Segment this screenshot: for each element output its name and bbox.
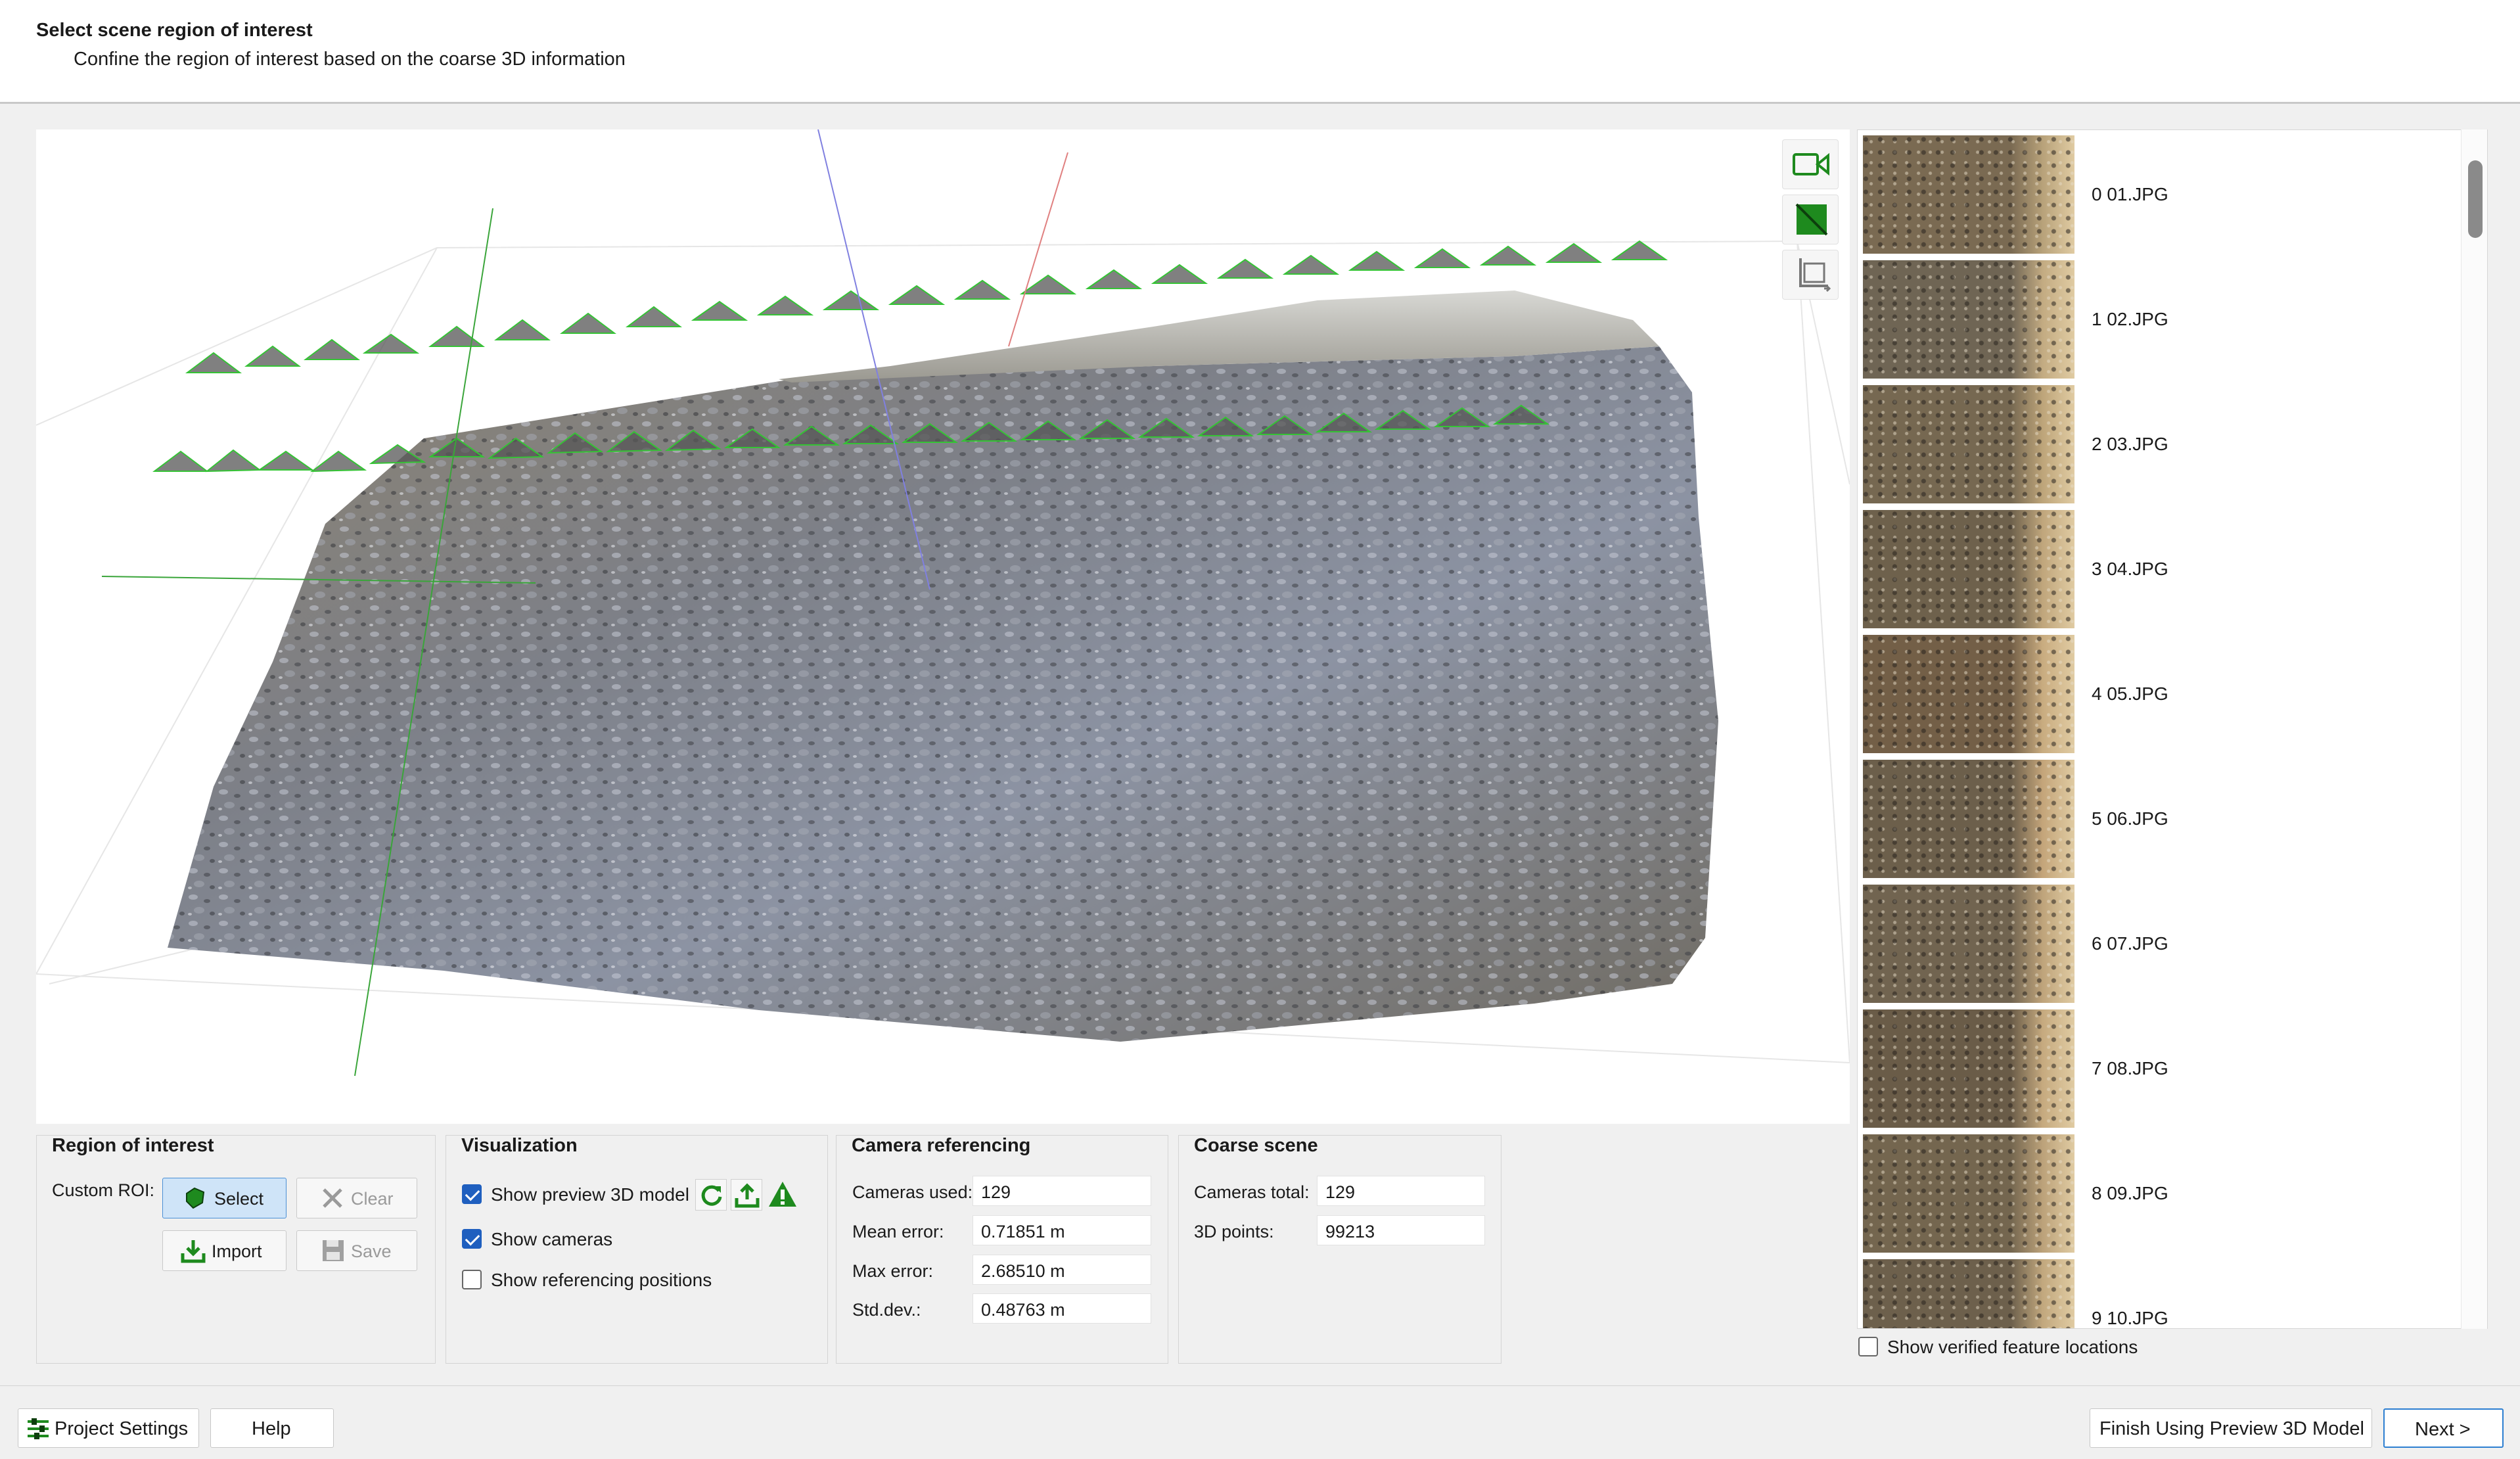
image-list-scrollbar[interactable] (2461, 129, 2487, 1329)
image-list-item[interactable]: 0 01.JPG (1863, 135, 2454, 257)
export-model-button[interactable] (731, 1179, 762, 1211)
std-dev-value: 0.48763 m (973, 1293, 1151, 1324)
image-filename-label: 9 10.JPG (2092, 1308, 2168, 1328)
3d-points-value: 99213 (1317, 1215, 1485, 1245)
image-filename-label: 8 09.JPG (2092, 1183, 2168, 1203)
image-filename-label: 5 06.JPG (2092, 808, 2168, 829)
viewport-toolbar (1782, 139, 1841, 304)
image-list-item[interactable]: 6 07.JPG (1863, 885, 2454, 1006)
roi-import-button[interactable]: Import (162, 1230, 286, 1271)
image-thumbnail (1863, 1259, 2074, 1328)
std-dev-label: Std.dev.: (852, 1300, 921, 1320)
image-list-item[interactable]: 7 08.JPG (1863, 1009, 2454, 1131)
image-list-item[interactable]: 1 02.JPG (1863, 260, 2454, 382)
help-button[interactable]: Help (210, 1408, 334, 1448)
image-thumbnail (1863, 135, 2074, 254)
camera-view-button[interactable] (1782, 139, 1839, 189)
crop-box-button[interactable] (1782, 250, 1839, 300)
texture-toggle-button[interactable] (1782, 195, 1839, 244)
sliders-icon (28, 1418, 49, 1439)
page-subtitle: Confine the region of interest based on … (74, 49, 626, 70)
image-list-item[interactable]: 8 09.JPG (1863, 1134, 2454, 1256)
image-filename-label: 2 03.JPG (2092, 434, 2168, 454)
camera-referencing-group (836, 1135, 1168, 1364)
image-list-item[interactable]: 4 05.JPG (1863, 635, 2454, 756)
show-cameras-row[interactable]: Show cameras (462, 1229, 725, 1253)
3d-viewport[interactable] (36, 129, 1850, 1124)
image-filename-label: 3 04.JPG (2092, 559, 2168, 579)
camera-referencing-title: Camera referencing (852, 1135, 1031, 1156)
roi-select-button[interactable]: Select (162, 1178, 286, 1218)
wizard-header: Select scene region of interest Confine … (0, 0, 2520, 104)
roi-clear-button[interactable]: Clear (296, 1178, 417, 1218)
image-list-item[interactable]: 9 10.JPG (1863, 1259, 2454, 1328)
project-settings-button[interactable]: Project Settings (18, 1408, 199, 1448)
app-window: Select scene region of interest Confine … (0, 0, 2520, 1459)
visualization-group-title: Visualization (461, 1135, 578, 1156)
cameras-total-value: 129 (1317, 1176, 1485, 1206)
image-filename-label: 6 07.JPG (2092, 933, 2168, 954)
max-error-label: Max error: (852, 1261, 934, 1281)
clear-x-icon (323, 1188, 342, 1208)
next-button[interactable]: Next > (2383, 1408, 2504, 1448)
image-list-item[interactable]: 3 04.JPG (1863, 510, 2454, 632)
cameras-used-value: 129 (973, 1176, 1151, 1206)
show-verified-label: Show verified feature locations (1887, 1337, 2138, 1357)
mean-error-label: Mean error: (852, 1222, 944, 1241)
cameras-total-label: Cameras total: (1194, 1182, 1310, 1202)
image-filename-label: 7 08.JPG (2092, 1058, 2168, 1078)
cameras-used-label: Cameras used: (852, 1182, 973, 1202)
refresh-model-button[interactable] (695, 1179, 727, 1211)
show-preview-checkbox[interactable] (462, 1184, 482, 1204)
image-thumbnail (1863, 635, 2074, 753)
coarse-scene-group (1178, 1135, 1501, 1364)
image-filename-label: 0 01.JPG (2092, 184, 2168, 204)
save-disk-icon (323, 1240, 344, 1261)
export-icon (735, 1183, 760, 1208)
warning-icon (769, 1182, 796, 1207)
image-list[interactable]: 0 01.JPG 1 02.JPG 2 03.JPG 3 04.JPG 4 05.JPG… (1857, 129, 2488, 1329)
show-verified-checkbox[interactable] (1858, 1337, 1878, 1356)
image-thumbnail (1863, 385, 2074, 503)
image-filename-label: 1 02.JPG (2092, 309, 2168, 329)
image-thumbnail (1863, 760, 2074, 878)
mean-error-value: 0.71851 m (973, 1215, 1151, 1245)
texture-toggle-icon (1795, 203, 1828, 236)
select-polygon-icon (186, 1187, 205, 1209)
image-thumbnail (1863, 510, 2074, 628)
show-referencing-row[interactable]: Show referencing positions (462, 1270, 790, 1293)
coarse-scene-title: Coarse scene (1194, 1135, 1318, 1156)
image-thumbnail (1863, 260, 2074, 379)
page-title: Select scene region of interest (36, 20, 313, 41)
camera-view-icon (1793, 152, 1829, 176)
show-referencing-label: Show referencing positions (491, 1270, 712, 1290)
roi-save-button[interactable]: Save (296, 1230, 417, 1271)
custom-roi-label: Custom ROI: (52, 1180, 155, 1200)
crop-bounding-box-icon (1799, 258, 1831, 292)
max-error-value: 2.68510 m (973, 1255, 1151, 1285)
image-list-item[interactable]: 5 06.JPG (1863, 760, 2454, 881)
image-thumbnail (1863, 1134, 2074, 1253)
image-thumbnail (1863, 885, 2074, 1003)
refresh-icon (701, 1185, 722, 1206)
roi-group-title: Region of interest (52, 1135, 214, 1156)
scene-render (36, 129, 1850, 1077)
image-filename-label: 4 05.JPG (2092, 683, 2168, 704)
import-icon (181, 1240, 206, 1263)
show-cameras-checkbox[interactable] (462, 1229, 482, 1249)
show-referencing-checkbox[interactable] (462, 1270, 482, 1289)
finish-preview-button[interactable]: Finish Using Preview 3D Model (2090, 1408, 2372, 1448)
scrollbar-thumb[interactable] (2468, 160, 2483, 238)
image-thumbnail (1863, 1009, 2074, 1128)
show-preview-label: Show preview 3D model (491, 1184, 689, 1205)
image-list-item[interactable]: 2 03.JPG (1863, 385, 2454, 507)
show-cameras-label: Show cameras (491, 1229, 613, 1249)
3d-points-label: 3D points: (1194, 1222, 1274, 1241)
